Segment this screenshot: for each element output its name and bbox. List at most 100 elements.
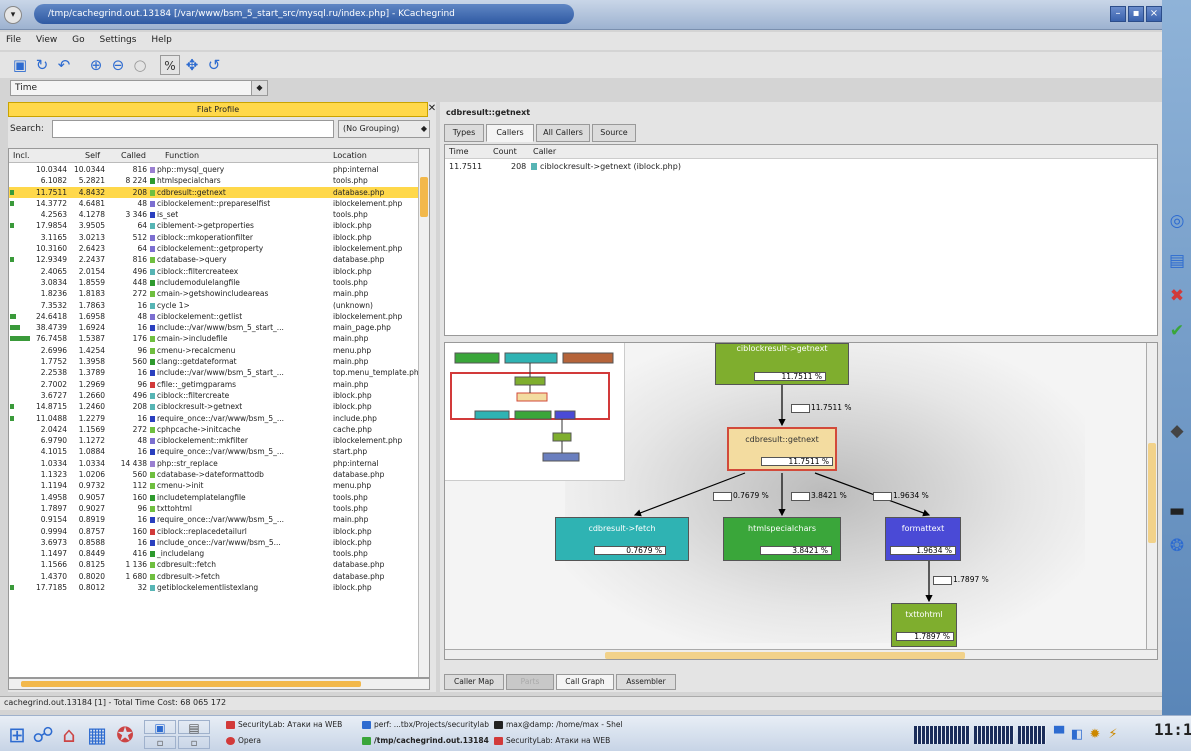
col-time[interactable]: Time <box>449 147 469 156</box>
desktop-pager-2[interactable]: ▤ <box>178 720 210 735</box>
desktop-app-icon[interactable]: ◎ <box>1166 210 1188 232</box>
graph-vertical-scrollbar[interactable] <box>1146 343 1157 649</box>
event-type-select[interactable]: Time ◆ <box>10 80 268 96</box>
task-kcachegrind[interactable]: /tmp/cachegrind.out.13184 [... <box>362 734 492 748</box>
node-txttohtml[interactable]: txttohtml 1.7897 % <box>891 603 957 647</box>
tab-all-callers[interactable]: All Callers <box>536 124 590 142</box>
tab-caller-map[interactable]: Caller Map <box>444 674 504 690</box>
back-icon[interactable]: ↶ <box>54 55 74 75</box>
table-row[interactable]: 1.4958 0.9057 160 includetemplatelangfile to… <box>9 492 419 503</box>
col-caller[interactable]: Caller <box>533 147 556 156</box>
table-row[interactable]: 14.3772 4.6481 48 ciblockelement::preparese… <box>9 198 419 209</box>
node-focus[interactable]: cdbresult::getnext 11.7511 % <box>727 427 837 471</box>
horizontal-scrollbar[interactable] <box>8 678 430 690</box>
open-icon[interactable]: ▣ <box>10 55 30 75</box>
table-row[interactable]: 17.9854 3.9505 64 ciblement->getproperties i… <box>9 220 419 231</box>
table-row[interactable]: 11.7511 4.8432 208 cdbresult::getnext databa… <box>9 186 419 198</box>
table-row[interactable]: 2.4065 2.0154 496 ciblock::filtercreateex ib… <box>9 266 419 277</box>
desktop-delete-icon[interactable]: ✖ <box>1166 285 1188 307</box>
terminal-icon[interactable]: ▦ <box>84 722 110 748</box>
desktop-pager-1[interactable]: ▣ <box>144 720 176 735</box>
table-row[interactable]: 1.4370 0.8020 1 680 cdbresult->fetch databas… <box>9 571 419 582</box>
node-formattext[interactable]: formattext 1.9634 % <box>885 517 961 561</box>
home-icon[interactable]: ⌂ <box>56 722 82 748</box>
desktop-printer-icon[interactable]: ▬ <box>1166 500 1188 522</box>
scrollbar-thumb[interactable] <box>605 652 965 659</box>
table-row[interactable]: 6.1082 5.2821 8 224 htmlspecialchars tools.p… <box>9 175 419 186</box>
table-row[interactable]: 17.7185 0.8012 32 getiblockelementlistexlan… <box>9 582 419 593</box>
graph-horizontal-scrollbar[interactable] <box>445 649 1157 659</box>
task-perf[interactable]: perf: ...tbx/Projects/securitylab <box>362 718 492 732</box>
table-row[interactable]: 3.1165 3.0213 512 ciblock::mkoperationfilte… <box>9 232 419 243</box>
vertical-scrollbar[interactable] <box>418 149 429 677</box>
node-fetch[interactable]: cdbresult->fetch 0.7679 % <box>555 517 689 561</box>
maximize-button[interactable]: ▪ <box>1128 6 1144 22</box>
zoom-icon[interactable]: ○ <box>130 55 150 75</box>
task-securitylab[interactable]: SecurityLab: Атаки на WEB <box>226 718 360 732</box>
tab-types[interactable]: Types <box>444 124 484 142</box>
menu-settings[interactable]: Settings <box>94 32 143 48</box>
table-row[interactable]: 3.0834 1.8559 448 includemodulelangfile tool… <box>9 277 419 288</box>
tab-callers[interactable]: Callers <box>486 124 534 142</box>
desktop-pager-3[interactable]: ▫ <box>144 736 176 749</box>
table-row[interactable]: 10.3160 2.6423 64 ciblockelement::getproper… <box>9 243 419 254</box>
close-icon[interactable]: ✕ <box>426 102 438 117</box>
table-row[interactable]: 2.6996 1.4254 96 cmenu->recalcmenu menu.php <box>9 345 419 356</box>
desktop-document-icon[interactable]: ▤ <box>1166 250 1188 272</box>
cycle-icon[interactable]: ↺ <box>204 55 224 75</box>
percent-icon[interactable]: % <box>160 55 180 75</box>
table-row[interactable]: 0.9154 0.8919 16 require_once::/var/www/bsm… <box>9 514 419 525</box>
table-row[interactable]: 12.9349 2.2437 816 cdatabase->query database… <box>9 254 419 265</box>
desktop-check-icon[interactable]: ✔ <box>1166 320 1188 342</box>
zoom-out-icon[interactable]: ⊖ <box>108 55 128 75</box>
tray-clipboard-icon[interactable]: ▀ <box>1050 722 1068 748</box>
table-row[interactable]: 1.1323 1.0206 560 cdatabase->dateformattodb… <box>9 469 419 480</box>
tab-assembler[interactable]: Assembler <box>616 674 676 690</box>
table-row[interactable]: 3.6727 1.2660 496 ciblock::filtercreate iblo… <box>9 390 419 401</box>
browser-icon[interactable]: ☍ <box>30 722 56 748</box>
table-row[interactable]: 7.3532 1.7863 16 cycle 1> (unknown) <box>9 300 419 311</box>
col-called[interactable]: Called <box>121 151 146 160</box>
table-row[interactable]: 2.7002 1.2969 96 cfile::_getimgparams main.p… <box>9 379 419 390</box>
col-function[interactable]: Function <box>165 151 199 160</box>
tab-source[interactable]: Source <box>592 124 636 142</box>
table-row[interactable]: 1.1566 0.8125 1 136 cdbresult::fetch databas… <box>9 559 419 570</box>
table-row[interactable]: 10.0344 10.0344 816 php::mysql_query php:int… <box>9 164 419 175</box>
call-graph[interactable]: ciblockresult->getnext 11.7511 % 11.7511… <box>444 342 1158 660</box>
table-row[interactable]: 1.7897 0.9027 96 txttohtml tools.php <box>9 503 419 514</box>
tab-call-graph[interactable]: Call Graph <box>556 674 614 690</box>
table-row[interactable]: 38.4739 1.6924 16 include::/var/www/bsm_5_s… <box>9 322 419 333</box>
col-location[interactable]: Location <box>333 151 367 160</box>
task-terminal[interactable]: max@damp: /home/max - Shel <box>494 718 626 732</box>
reload-icon[interactable]: ↻ <box>32 55 52 75</box>
table-row[interactable]: 0.9994 0.8757 160 ciblock::replacedetailurl… <box>9 526 419 537</box>
col-incl[interactable]: Incl. <box>13 151 30 160</box>
table-row[interactable]: 1.7752 1.3958 560 clang::getdateformat main.… <box>9 356 419 367</box>
table-row[interactable]: 2.0424 1.1569 272 cphpcache->initcache cache… <box>9 424 419 435</box>
menu-view[interactable]: View <box>30 32 63 48</box>
desktop-pager-4[interactable]: ▫ <box>178 736 210 749</box>
close-button[interactable]: × <box>1146 6 1162 22</box>
table-row[interactable]: 4.2563 4.1278 3 346 is_set tools.php <box>9 209 419 220</box>
table-row[interactable]: 3.6973 0.8588 16 include_once::/var/www/bsm… <box>9 537 419 548</box>
move-icon[interactable]: ✥ <box>182 55 202 75</box>
menu-help[interactable]: Help <box>145 32 178 48</box>
table-row[interactable]: 76.7458 1.5387 176 cmain->includefile main.p… <box>9 333 419 344</box>
table-row[interactable]: 2.2538 1.3789 16 include::/var/www/bsm_5_st… <box>9 367 419 378</box>
table-row[interactable]: 14.8715 1.2460 208 ciblockresult->getnext ib… <box>9 401 419 412</box>
node-caller[interactable]: ciblockresult->getnext 11.7511 % <box>715 343 849 385</box>
task-securitylab-2[interactable]: SecurityLab: Атаки на WEB <box>494 734 626 748</box>
help-icon[interactable]: ✪ <box>112 722 138 748</box>
tray-volume-icon[interactable]: ◧ <box>1068 722 1086 748</box>
minimize-button[interactable]: – <box>1110 6 1126 22</box>
zoom-in-icon[interactable]: ⊕ <box>86 55 106 75</box>
desktop-drive-icon[interactable]: ◆ <box>1166 420 1188 442</box>
start-menu-icon[interactable]: ⊞ <box>4 722 30 748</box>
node-htmlspecialchars[interactable]: htmlspecialchars 3.8421 % <box>723 517 841 561</box>
table-row[interactable]: 11.0488 1.2279 16 require_once::/var/www/bs… <box>9 413 419 424</box>
col-count[interactable]: Count <box>493 147 517 156</box>
clock[interactable]: 11:10 <box>1154 720 1191 739</box>
table-row[interactable]: 24.6418 1.6958 48 ciblockelement::getlist ib… <box>9 311 419 322</box>
tab-parts[interactable]: Parts <box>506 674 554 690</box>
table-row[interactable]: 1.1497 0.8449 416 _includelang tools.php <box>9 548 419 559</box>
